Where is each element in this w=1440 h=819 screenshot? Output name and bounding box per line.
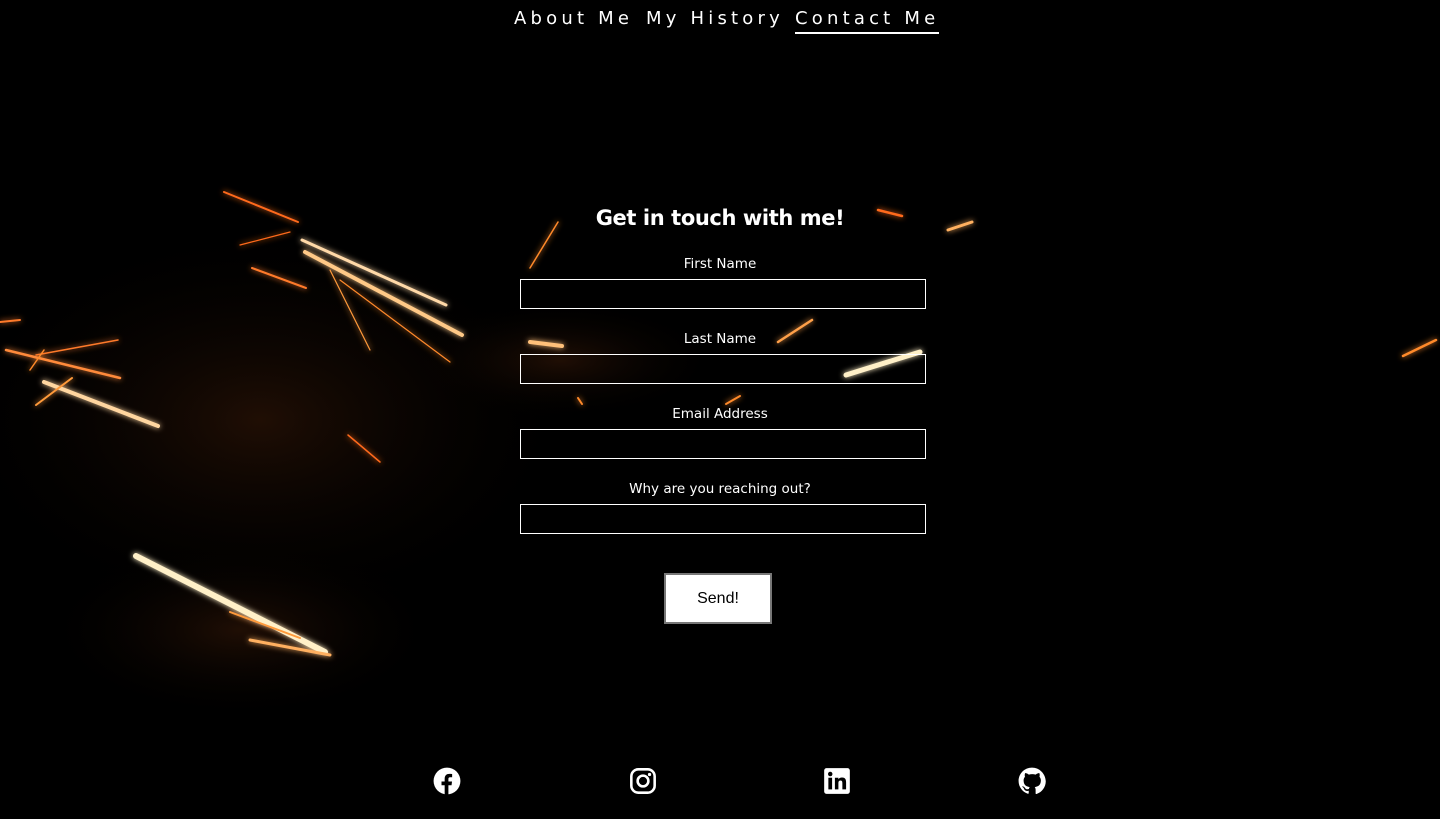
facebook-icon[interactable] bbox=[433, 767, 461, 795]
linkedin-icon-glyph bbox=[824, 768, 850, 794]
facebook-icon-glyph bbox=[433, 767, 461, 795]
instagram-icon-glyph bbox=[630, 768, 656, 794]
email-address-input[interactable] bbox=[520, 429, 926, 459]
last-name-label: Last Name bbox=[683, 331, 757, 347]
nav-link-about-me[interactable]: About Me bbox=[514, 6, 633, 32]
top-navigation: About Me My History Contact Me bbox=[0, 6, 1440, 38]
reason-label: Why are you reaching out? bbox=[629, 481, 811, 497]
github-icon[interactable] bbox=[1018, 767, 1046, 795]
first-name-label: First Name bbox=[683, 256, 757, 272]
linkedin-icon[interactable] bbox=[823, 767, 851, 795]
nav-link-contact-me[interactable]: Contact Me bbox=[795, 6, 940, 34]
github-icon-glyph bbox=[1018, 767, 1046, 795]
instagram-icon[interactable] bbox=[629, 767, 657, 795]
reason-input[interactable] bbox=[520, 504, 926, 534]
last-name-input[interactable] bbox=[520, 354, 926, 384]
first-name-input[interactable] bbox=[520, 279, 926, 309]
contact-title: Get in touch with me! bbox=[595, 206, 845, 230]
email-address-label: Email Address bbox=[672, 406, 768, 422]
nav-link-my-history[interactable]: My History bbox=[646, 6, 784, 32]
send-button[interactable]: Send! bbox=[664, 573, 772, 624]
contact-page: About Me My History Contact Me Get in to… bbox=[0, 0, 1440, 819]
